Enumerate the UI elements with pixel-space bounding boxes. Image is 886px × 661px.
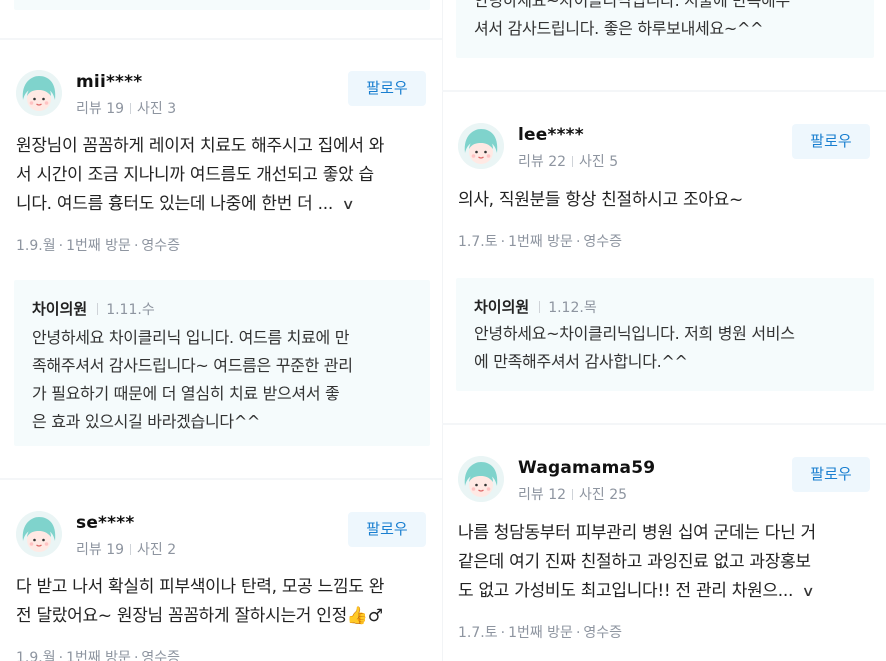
follow-button[interactable]: 팔로우 — [792, 124, 870, 159]
visit-date: 1.9.월 — [16, 650, 56, 661]
reply-text-line: 은 효과 있으시길 바라겠습니다^^ — [32, 412, 261, 431]
review-text-line: 같은데 여기 진짜 친절하고 과잉진료 없고 과장홍보 — [458, 552, 811, 572]
avatar[interactable] — [16, 511, 62, 557]
avatar[interactable] — [458, 123, 504, 169]
reply-text: 안녕하세요~차이클리닉입니다. 저희 병원 서비스 에 만족해주셔서 감사합니다… — [474, 320, 860, 376]
reply-author: 차이의원 — [474, 298, 530, 316]
review-text-line: 원장님이 꼼꼼하게 레이저 치료도 해주시고 집에서 와 — [16, 136, 385, 156]
review-item: Wagamama59 리뷰 12 사진 25 팔로우 나름 청담동부터 피부관리 … — [442, 456, 886, 661]
review-separator — [0, 38, 442, 40]
visit-count: 1번째 방문 — [66, 650, 131, 661]
photo-count: 사진 3 — [137, 101, 177, 117]
review-separator — [442, 90, 886, 92]
follow-button[interactable]: 팔로우 — [348, 71, 426, 106]
review-count: 리뷰 19 — [76, 101, 125, 117]
receipt-label: 영수증 — [583, 234, 623, 250]
reviewer-nickname[interactable]: lee**** — [518, 125, 584, 145]
follow-button[interactable]: 팔로우 — [792, 457, 870, 492]
review-separator — [0, 478, 442, 480]
review-text-line: 도 없고 가성비도 최고입니다!! 전 관리 차원으... — [458, 581, 794, 601]
default-profile-avatar-icon — [16, 511, 62, 557]
review-count: 리뷰 19 — [76, 542, 125, 558]
review-column-right: 안녕하세요~차이클리닉입니다. 시술에 만족해주 셔서 감사드립니다. 좋은 하… — [442, 0, 886, 661]
reviewer-stats: 리뷰 12 사진 25 — [518, 484, 627, 504]
review-column-left: mii**** 리뷰 19 사진 3 팔로우 원장님이 꼼꼼하게 레이저 치료도 … — [0, 0, 442, 661]
photo-count: 사진 5 — [579, 154, 619, 170]
reply-text: 안녕하세요~차이클리닉입니다. 시술에 만족해주 셔서 감사드립니다. 좋은 하… — [474, 0, 860, 43]
reply-text-line: 족해주셔서 감사드립니다~ 여드름은 꾸준한 관리 — [32, 356, 353, 375]
receipt-label: 영수증 — [141, 238, 181, 254]
review-text[interactable]: 원장님이 꼼꼼하게 레이저 치료도 해주시고 집에서 와 서 시간이 조금 지나… — [16, 132, 430, 220]
chevron-down-icon[interactable]: ∨ — [802, 578, 815, 607]
visit-info: 1.7.토 · 1번째 방문 · 영수증 — [458, 625, 623, 641]
reviewer-nickname[interactable]: Wagamama59 — [518, 458, 655, 478]
review-item: mii**** 리뷰 19 사진 3 팔로우 원장님이 꼼꼼하게 레이저 치료도 … — [0, 70, 442, 460]
previous-reply-box — [14, 0, 430, 10]
visit-date: 1.7.토 — [458, 234, 498, 250]
reviewer-stats: 리뷰 22 사진 5 — [518, 151, 618, 171]
visit-info: 1.9.월 · 1번째 방문 · 영수증 — [16, 647, 180, 661]
photo-count: 사진 25 — [579, 487, 628, 503]
review-text[interactable]: 다 받고 나서 확실히 피부색이나 탄력, 모공 느낌도 완 전 달랐어요~ 원… — [16, 573, 430, 631]
visit-info: 1.9.월 · 1번째 방문 · 영수증 — [16, 238, 181, 254]
reply-text-line: 안녕하세요~차이클리닉입니다. 저희 병원 서비스 — [474, 324, 795, 343]
review-item: lee**** 리뷰 22 사진 5 팔로우 의사, 직원분들 항상 친절하시고 … — [442, 123, 886, 413]
reply-header: 차이의원 1.11.수 — [32, 298, 155, 319]
default-profile-avatar-icon — [458, 456, 504, 502]
reply-header: 차이의원 1.12.목 — [474, 296, 597, 317]
review-text-line: 의사, 직원분들 항상 친절하시고 조아요~ — [458, 190, 743, 210]
review-text-line: 니다. 여드름 흉터도 있는데 나중에 한번 더 ... — [16, 194, 333, 214]
previous-reply-box: 안녕하세요~차이클리닉입니다. 시술에 만족해주 셔서 감사드립니다. 좋은 하… — [456, 0, 874, 58]
reviewer-nickname[interactable]: se**** — [76, 513, 134, 533]
reply-date: 1.12.목 — [548, 300, 597, 316]
visit-date: 1.9.월 — [16, 238, 56, 254]
chevron-down-icon[interactable]: ∨ — [341, 191, 354, 220]
reviewer-stats: 리뷰 19 사진 3 — [76, 98, 176, 118]
visit-date: 1.7.토 — [458, 625, 498, 641]
reply-text-line: 에 만족해주셔서 감사합니다.^^ — [474, 352, 688, 371]
receipt-label: 영수증 — [141, 650, 181, 661]
visit-count: 1번째 방문 — [66, 238, 131, 254]
reply-text-line: 안녕하세요 차이클리닉 입니다. 여드름 치료에 만 — [32, 328, 350, 347]
review-text-line: 다 받고 나서 확실히 피부색이나 탄력, 모공 느낌도 완 — [16, 577, 385, 597]
reply-text: 안녕하세요 차이클리닉 입니다. 여드름 치료에 만 족해주셔서 감사드립니다~… — [32, 324, 416, 436]
visit-info: 1.7.토 · 1번째 방문 · 영수증 — [458, 234, 623, 250]
review-text-line: 나름 청담동부터 피부관리 병원 십여 군데는 다닌 거 — [458, 523, 816, 543]
reply-author: 차이의원 — [32, 300, 88, 318]
reply-date: 1.11.수 — [106, 302, 155, 318]
review-separator — [442, 423, 886, 425]
review-count: 리뷰 12 — [518, 487, 567, 503]
default-profile-avatar-icon — [458, 123, 504, 169]
review-text-line: 전 달랐어요~ 원장님 꼼꼼하게 잘하시는거 인정👍♂ — [16, 606, 383, 626]
reviewer-nickname[interactable]: mii**** — [76, 72, 142, 92]
review-item: se**** 리뷰 19 사진 2 팔로우 다 받고 나서 확실히 피부색이나 탄… — [0, 511, 442, 661]
visit-count: 1번째 방문 — [508, 234, 573, 250]
owner-reply-box: 차이의원 1.12.목 안녕하세요~차이클리닉입니다. 저희 병원 서비스 에 만… — [456, 278, 874, 391]
review-text-line: 서 시간이 조금 지나니까 여드름도 개선되고 좋았 습 — [16, 165, 374, 185]
follow-button[interactable]: 팔로우 — [348, 512, 426, 547]
review-text[interactable]: 의사, 직원분들 항상 친절하시고 조아요~ — [458, 186, 874, 215]
avatar[interactable] — [16, 70, 62, 116]
reply-text-line: 셔서 감사드립니다. 좋은 하루보내세요~^^ — [474, 19, 764, 38]
owner-reply-box: 차이의원 1.11.수 안녕하세요 차이클리닉 입니다. 여드름 치료에 만 족해… — [14, 280, 430, 446]
review-text[interactable]: 나름 청담동부터 피부관리 병원 십여 군데는 다닌 거 같은데 여기 진짜 친… — [458, 519, 874, 607]
avatar[interactable] — [458, 456, 504, 502]
visit-count: 1번째 방문 — [508, 625, 573, 641]
reply-text-line: 가 필요하기 때문에 더 열심히 치료 받으셔서 좋 — [32, 384, 340, 403]
review-count: 리뷰 22 — [518, 154, 567, 170]
reviewer-stats: 리뷰 19 사진 2 — [76, 539, 176, 559]
default-profile-avatar-icon — [16, 70, 62, 116]
receipt-label: 영수증 — [583, 625, 623, 641]
reply-text-line: 안녕하세요~차이클리닉입니다. 시술에 만족해주 — [474, 0, 790, 10]
photo-count: 사진 2 — [137, 542, 177, 558]
